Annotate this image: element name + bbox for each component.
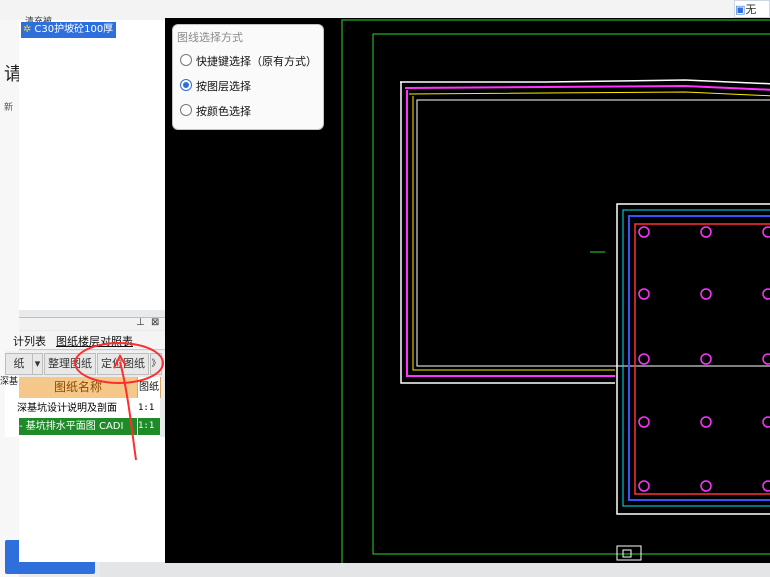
sub-pit-blue-line <box>628 215 770 501</box>
option-by-layer-label: 按图层选择 <box>196 80 251 93</box>
pit-outline-left <box>400 82 615 384</box>
pit-slope-left <box>412 96 615 371</box>
pin-icon[interactable]: ⊥ <box>136 317 145 328</box>
option-by-layer[interactable]: 按图层选择 <box>180 78 251 96</box>
legend-box <box>616 545 642 561</box>
option-by-color-label: 按颜色选择 <box>196 105 251 118</box>
pit-slope-top <box>408 91 770 97</box>
option-shortcut[interactable]: 快捷键选择（原有方式） <box>180 53 317 71</box>
pit-rebar-top <box>404 84 770 91</box>
sub-pit-cyan-line <box>622 209 770 507</box>
red-annotation-arrow <box>113 353 137 461</box>
option-by-color[interactable]: 按颜色选择 <box>180 103 251 121</box>
radio-by-layer[interactable] <box>180 79 192 91</box>
drawing-button[interactable]: 纸 <box>5 353 33 375</box>
tree-node-label: C30护坡砼100厚 <box>34 24 114 35</box>
pile-markers <box>638 226 770 492</box>
option-shortcut-label: 快捷键选择（原有方式） <box>196 55 317 68</box>
host-chip-label: 无 <box>745 3 757 16</box>
host-status-chip[interactable]: ▣无 <box>734 0 770 18</box>
radio-by-color[interactable] <box>180 104 192 116</box>
close-icon[interactable]: ⊠ <box>151 317 159 328</box>
chevron-down-icon[interactable]: ▾ <box>32 353 43 375</box>
gear-icon: ✲ <box>23 24 32 35</box>
tree-node-selected[interactable]: ✲ C30护坡砼100厚 <box>21 22 117 38</box>
component-tree-panel: 清充被 ✲C30护坡砼100厚 <box>19 17 166 310</box>
sub-pit-outline <box>616 203 770 515</box>
left-edge-label: 深基 <box>0 377 19 387</box>
pit-rebar-left <box>406 90 615 377</box>
pit-inner-outline <box>416 99 770 367</box>
tab-list[interactable]: 计列表 <box>13 333 46 349</box>
line-selection-popup: 图线选择方式 快捷键选择（原有方式） 按图层选择 按颜色选择 <box>172 24 324 130</box>
pit-outline-top <box>400 79 770 85</box>
host-tiny-label: 新 <box>4 103 14 113</box>
sub-pit-red-line <box>634 223 770 495</box>
popup-title: 图线选择方式 <box>177 31 243 44</box>
image-icon: ▣ <box>735 3 746 16</box>
host-bottom-strip <box>100 562 770 577</box>
radio-shortcut[interactable] <box>180 54 192 66</box>
